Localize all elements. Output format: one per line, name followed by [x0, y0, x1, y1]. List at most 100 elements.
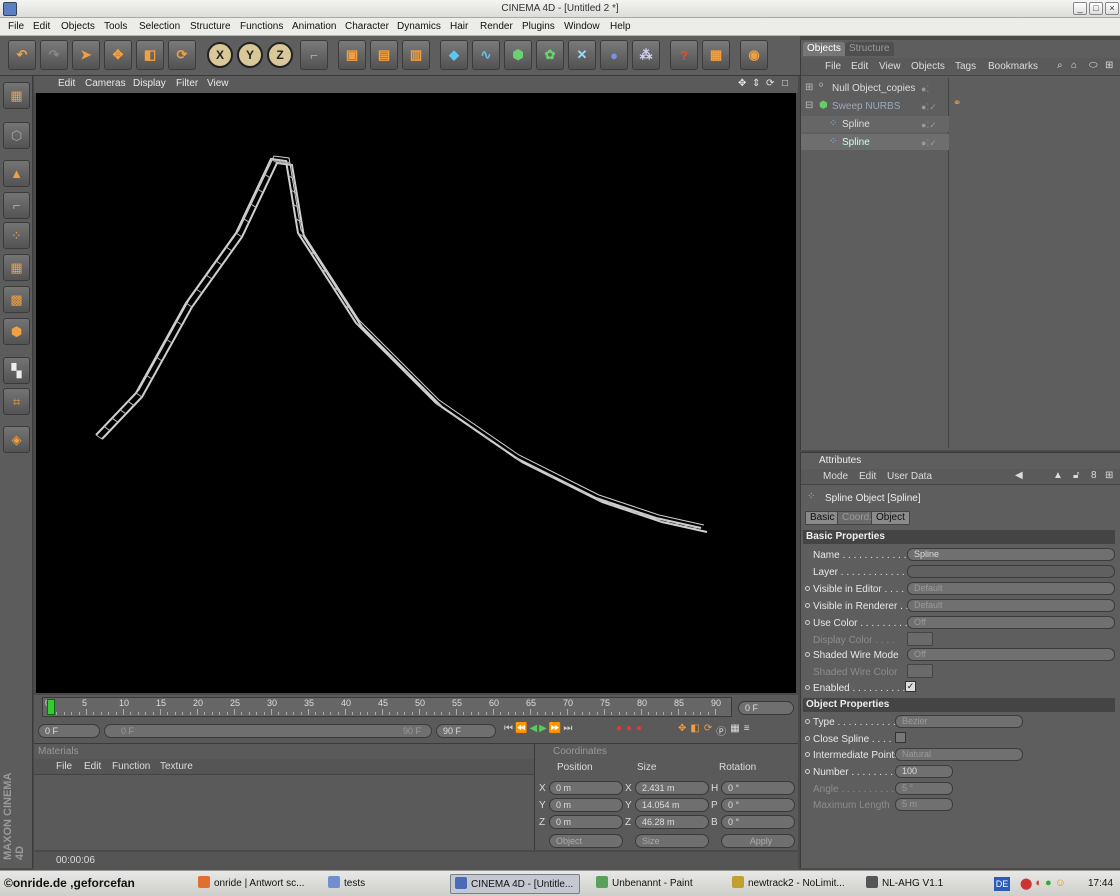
key-parameter-icon[interactable]: Ⓟ — [716, 723, 726, 739]
undo-icon[interactable]: ↶ — [8, 40, 36, 70]
animate-dot-icon[interactable] — [805, 652, 810, 657]
viewport-menu-view[interactable]: View — [207, 78, 229, 89]
go-end-icon[interactable]: ⏭ — [563, 723, 572, 739]
menu-objects[interactable]: Objects — [61, 21, 95, 32]
visible-editor-dropdown[interactable]: Default — [907, 582, 1115, 595]
play-icon[interactable]: ▶ — [539, 723, 547, 739]
objects-menu-view[interactable]: View — [879, 61, 901, 72]
key-scale-icon[interactable]: ◧ — [690, 723, 699, 739]
objects-menu-edit[interactable]: Edit — [851, 61, 868, 72]
minimize-icon[interactable]: _ — [1073, 2, 1087, 15]
tag-icon[interactable]: ⚭ — [953, 98, 961, 109]
nurbs-icon[interactable]: ⬢ — [504, 40, 532, 70]
start-frame-field[interactable]: 0 F — [38, 724, 100, 738]
menu-render[interactable]: Render — [480, 21, 513, 32]
maximize-icon[interactable]: □ — [1089, 2, 1103, 15]
scale-tool-icon[interactable]: ◧ — [136, 40, 164, 70]
layout-icon[interactable]: ▦ — [3, 82, 30, 109]
help-icon[interactable]: ? — [670, 40, 698, 70]
size-z-field[interactable]: 46.28 m — [635, 815, 709, 829]
tab-basic[interactable]: Basic — [805, 511, 840, 525]
frame-range-slider[interactable]: 0 F 90 F — [104, 724, 432, 738]
max-length-input[interactable]: 5 m — [895, 798, 953, 811]
tab-structure[interactable]: Structure — [845, 42, 894, 56]
render-settings-icon[interactable]: ▥ — [402, 40, 430, 70]
layer-icon[interactable]: ⬭ — [1089, 60, 1098, 71]
keyframe-selection-icon[interactable]: ● — [636, 723, 642, 739]
language-indicator[interactable]: DE — [994, 877, 1010, 891]
object-name[interactable]: Sweep NURBS — [832, 101, 900, 112]
animate-dot-icon[interactable] — [805, 719, 810, 724]
key-position-icon[interactable]: ✥ — [678, 723, 686, 739]
playhead-marker[interactable] — [47, 699, 55, 715]
menu-help[interactable]: Help — [610, 21, 631, 32]
tray-icon[interactable]: ● — [1045, 877, 1052, 891]
redo-icon[interactable]: ↷ — [40, 40, 68, 70]
expand-icon[interactable]: ⊞ — [805, 82, 813, 93]
rotation-b-field[interactable]: 0 ° — [721, 815, 795, 829]
attr-menu-edit[interactable]: Edit — [859, 471, 876, 482]
taskbar-item[interactable]: NL-AHG V1.1 — [862, 874, 972, 894]
menu-selection[interactable]: Selection — [139, 21, 180, 32]
size-y-field[interactable]: 14.054 m — [635, 798, 709, 812]
animate-dot-icon[interactable] — [805, 620, 810, 625]
prev-key-icon[interactable]: ⏪ — [515, 723, 527, 739]
attr-menu-mode[interactable]: Mode — [823, 471, 848, 482]
key-rotation-icon[interactable]: ⟳ — [704, 723, 712, 739]
texture-mode-icon[interactable]: ⬢ — [3, 318, 30, 345]
web-icon[interactable]: ◉ — [740, 40, 768, 70]
points-mode-icon[interactable]: ⁘ — [3, 222, 30, 249]
display-color-swatch[interactable] — [907, 632, 933, 646]
position-z-field[interactable]: 0 m — [549, 815, 623, 829]
enabled-checkbox[interactable]: ✓ — [905, 681, 916, 692]
menu-dynamics[interactable]: Dynamics — [397, 21, 441, 32]
menu-plugins[interactable]: Plugins — [522, 21, 555, 32]
menu-character[interactable]: Character — [345, 21, 389, 32]
array-icon[interactable]: ✿ — [536, 40, 564, 70]
home-icon[interactable]: ⌂ — [1071, 60, 1077, 71]
render-view-icon[interactable]: ▣ — [338, 40, 366, 70]
animate-dot-icon[interactable] — [805, 736, 810, 741]
viewport-zoom-icon[interactable]: ⇕ — [752, 78, 760, 89]
rotate-tool-icon[interactable]: ⟳ — [168, 40, 196, 70]
layer-field[interactable] — [907, 565, 1115, 578]
animate-dot-icon[interactable] — [805, 685, 810, 690]
current-frame-field[interactable]: 0 F — [738, 701, 794, 715]
autokey-icon[interactable]: ● — [626, 723, 632, 739]
object-name[interactable]: Spline — [842, 137, 870, 148]
menu-animation[interactable]: Animation — [292, 21, 336, 32]
size-x-field[interactable]: 2.431 m — [635, 781, 709, 795]
number-input[interactable]: 100 — [895, 765, 953, 778]
y-axis-lock-icon[interactable]: Y — [237, 42, 263, 68]
tray-icon[interactable]: ☺ — [1055, 877, 1066, 891]
type-dropdown[interactable]: Bezier — [895, 715, 1023, 728]
record-icon[interactable]: ● — [616, 723, 622, 739]
animate-dot-icon[interactable] — [805, 769, 810, 774]
collapse-icon[interactable]: ⊟ — [805, 100, 813, 111]
visible-renderer-dropdown[interactable]: Default — [907, 599, 1115, 612]
taskbar-item[interactable]: tests — [324, 874, 444, 894]
object-name[interactable]: Null Object_copies — [832, 83, 915, 94]
intermediate-points-dropdown[interactable]: Natural — [895, 748, 1023, 761]
rotation-h-field[interactable]: 0 ° — [721, 781, 795, 795]
lock-icon[interactable]: 🔓︎ — [1073, 470, 1079, 481]
select-arrow-icon[interactable]: ➤ — [72, 40, 100, 70]
viewport-menu-display[interactable]: Display — [133, 78, 166, 89]
3d-viewport[interactable] — [36, 93, 796, 693]
animate-dot-icon[interactable] — [805, 752, 810, 757]
end-frame-field[interactable]: 90 F — [436, 724, 496, 738]
menu-window[interactable]: Window — [564, 21, 600, 32]
cube-primitive-icon[interactable]: ◆ — [440, 40, 468, 70]
objects-menu-tags[interactable]: Tags — [955, 61, 976, 72]
menu-structure[interactable]: Structure — [190, 21, 231, 32]
size-mode-dropdown[interactable]: Size — [635, 834, 709, 848]
taskbar-item[interactable]: newtrack2 - NoLimit... — [728, 874, 862, 894]
render-picture-viewer-icon[interactable]: ▤ — [370, 40, 398, 70]
objects-menu-bookmarks[interactable]: Bookmarks — [988, 61, 1038, 72]
tab-object[interactable]: Object — [871, 511, 910, 525]
viewport-menu-filter[interactable]: Filter — [176, 78, 198, 89]
animate-dot-icon[interactable] — [805, 603, 810, 608]
timeline-editor-icon[interactable]: ▦ — [702, 40, 730, 70]
tab-objects[interactable]: Objects — [803, 42, 845, 56]
menu-edit[interactable]: Edit — [33, 21, 50, 32]
